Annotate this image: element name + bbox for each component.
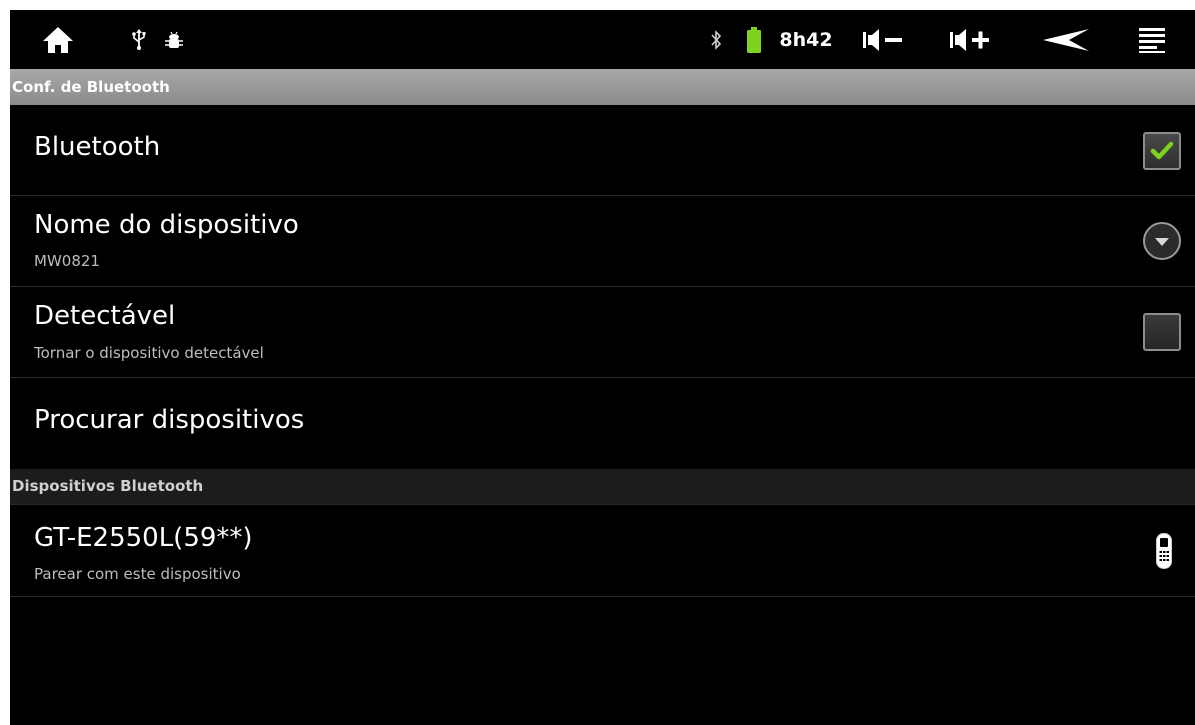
bluetooth-icon <box>706 10 726 69</box>
usb-icon <box>128 10 150 69</box>
clock: 8h42 <box>778 10 834 69</box>
discoverable-row[interactable]: Detectável Tornar o dispositivo detectáv… <box>10 287 1195 378</box>
home-icon[interactable] <box>38 10 78 69</box>
volume-up-icon[interactable] <box>945 10 997 69</box>
battery-icon <box>744 10 764 69</box>
discoverable-title: Detectável <box>34 301 176 331</box>
device-name-value: MW0821 <box>34 252 100 270</box>
clock-text: 8h42 <box>779 28 833 51</box>
list-item[interactable]: GT-E2550L(59**) Parear com este disposit… <box>10 505 1195 597</box>
check-icon <box>1150 141 1174 160</box>
back-icon[interactable] <box>1038 10 1094 69</box>
volume-down-icon[interactable] <box>858 10 910 69</box>
page-title: Conf. de Bluetooth <box>10 69 1195 105</box>
scan-devices-row[interactable]: Procurar dispositivos <box>10 378 1195 469</box>
bluetooth-checkbox[interactable] <box>1143 132 1181 170</box>
device-item-summary: Parear com este dispositivo <box>34 565 241 583</box>
device-screen: 8h42 Conf. de Bluetooth Bluetooth Nome d… <box>10 10 1195 725</box>
android-debug-icon <box>162 10 186 69</box>
dropdown-arrow-icon[interactable] <box>1142 221 1182 261</box>
scan-devices-title: Procurar dispositivos <box>34 405 305 435</box>
device-item-name: GT-E2550L(59**) <box>34 523 253 553</box>
device-name-title: Nome do dispositivo <box>34 210 299 240</box>
device-name-row[interactable]: Nome do dispositivo MW0821 <box>10 196 1195 287</box>
discoverable-checkbox[interactable] <box>1143 313 1181 351</box>
section-header: Dispositivos Bluetooth <box>10 469 1195 505</box>
menu-icon[interactable] <box>1132 10 1172 69</box>
phone-icon <box>1156 533 1172 569</box>
status-bar: 8h42 <box>10 10 1195 69</box>
discoverable-summary: Tornar o dispositivo detectável <box>34 344 264 362</box>
bluetooth-toggle-row[interactable]: Bluetooth <box>10 105 1195 196</box>
bluetooth-title: Bluetooth <box>34 132 161 162</box>
